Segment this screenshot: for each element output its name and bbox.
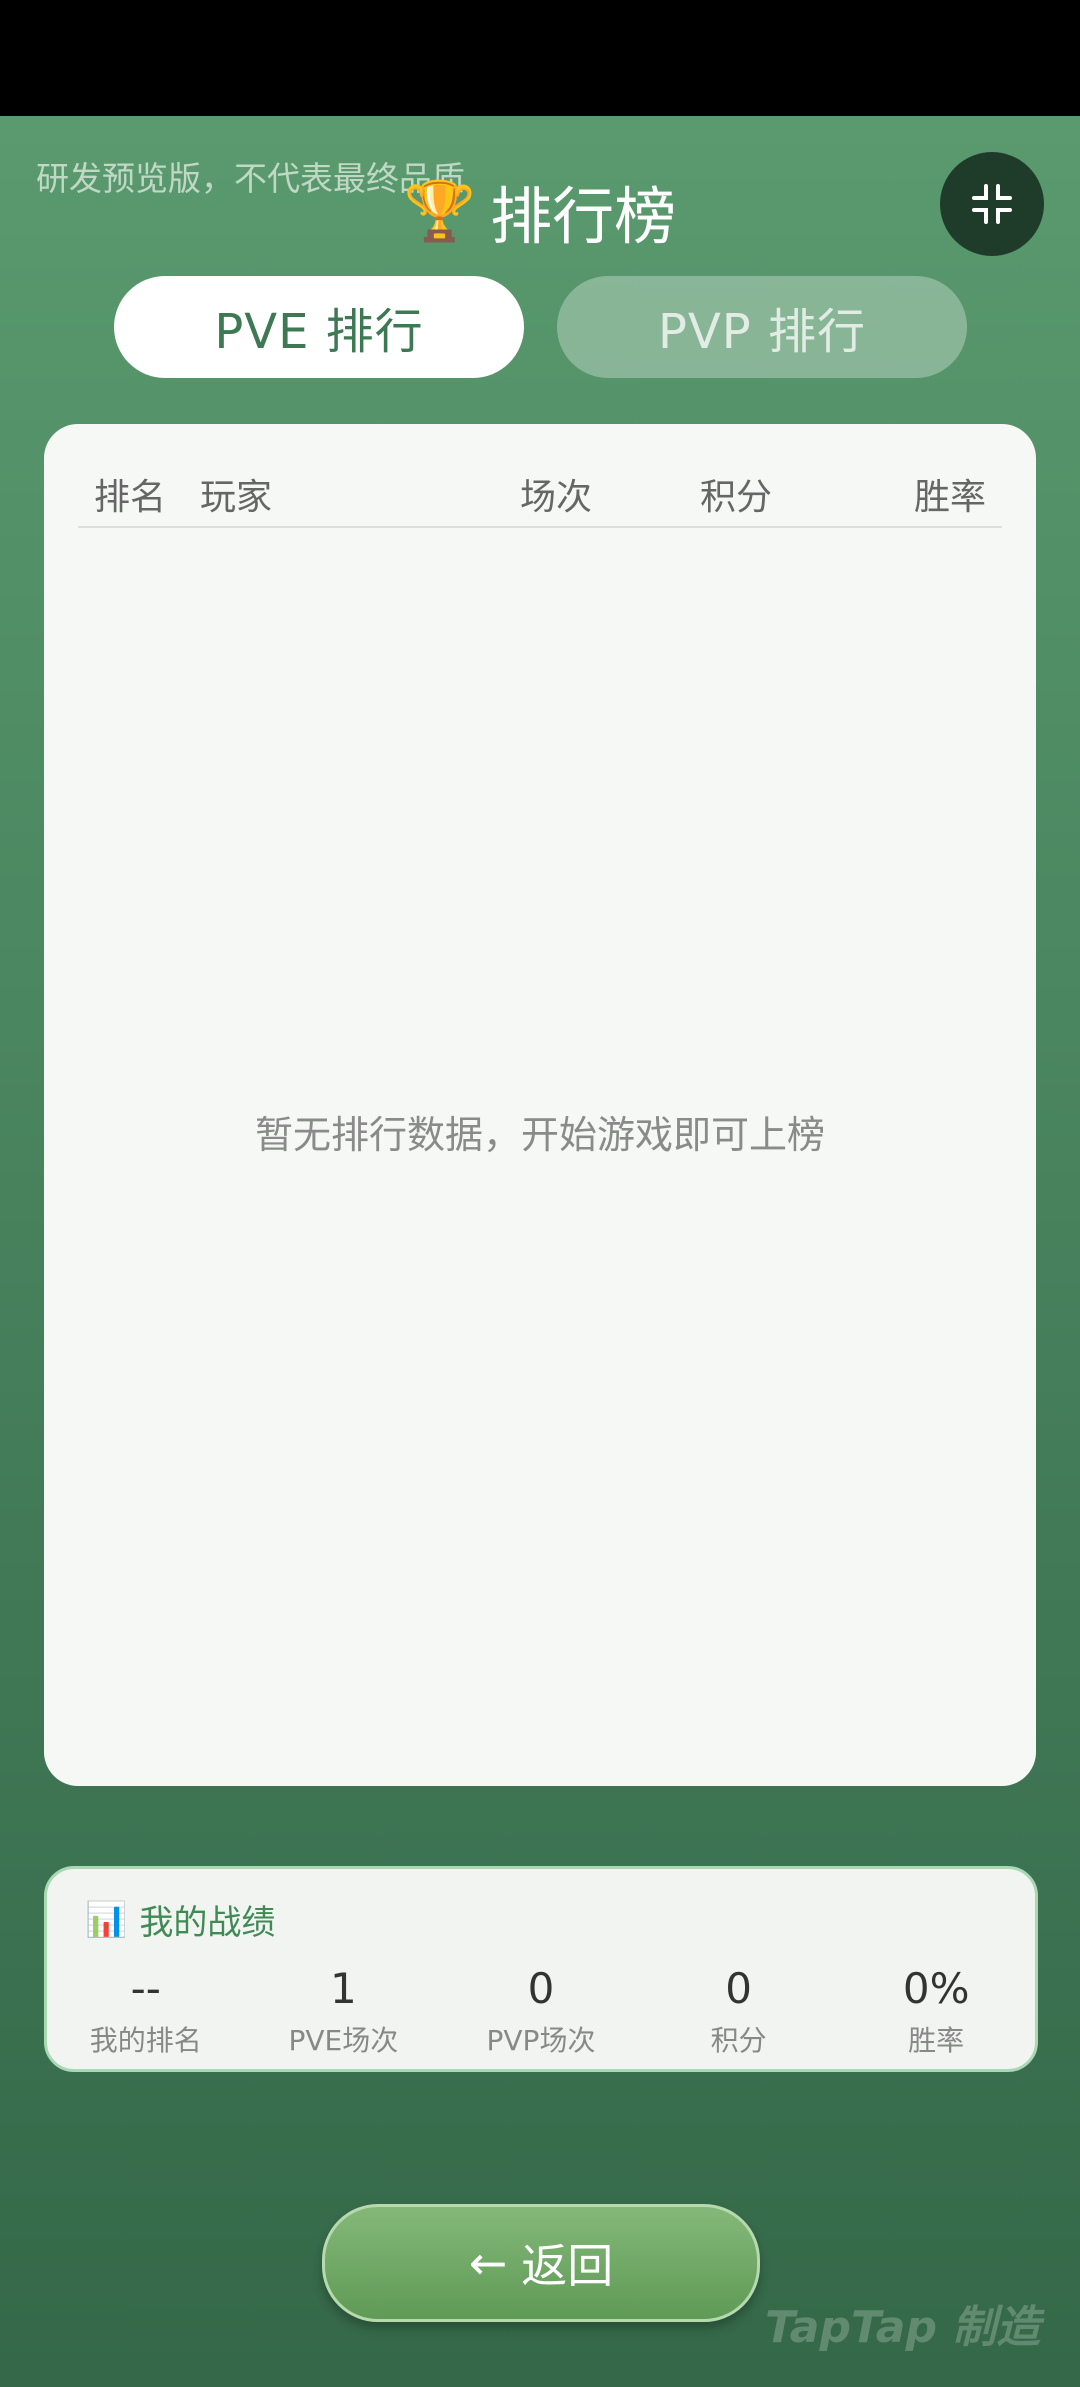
status-bar	[0, 0, 1080, 116]
column-header-rank: 排名	[94, 477, 167, 518]
stat-label: PVP场次	[486, 2024, 596, 2057]
back-arrow-icon: ←	[468, 2236, 508, 2290]
stat-value: 0	[725, 1964, 752, 2013]
back-button-label: 返回	[521, 2239, 614, 2293]
column-header-winrate: 胜率	[913, 477, 986, 518]
stat-value: 1	[330, 1964, 357, 2013]
tab-pve-ranking[interactable]: PVE 排行	[114, 276, 524, 378]
page-title: 🏆 排行榜	[0, 166, 1080, 256]
my-stats-title-text: 我的战绩	[139, 1903, 276, 1943]
my-stats-title: 📊 我的战绩	[85, 1895, 275, 1944]
trophy-icon: 🏆	[403, 176, 477, 245]
bar-chart-icon: 📊	[85, 1899, 128, 1940]
stat-my-rank: -- 我的排名	[47, 1965, 245, 2059]
stat-winrate: 0% 胜率	[837, 1965, 1035, 2059]
stat-label: PVE场次	[288, 2024, 399, 2057]
stat-value: 0	[527, 1964, 555, 2013]
my-stats-card: 📊 我的战绩 -- 我的排名 1 PVE场次 0 PVP场次 0 积分 0% 胜	[44, 1866, 1038, 2072]
leaderboard-screen: 研发预览版，不代表最终品质 🏆 排行榜 PVE 排行 PVP 排行 排名 玩家 …	[0, 116, 1080, 2387]
collapse-icon	[972, 184, 1012, 224]
leaderboard-table: 排名 玩家 场次 积分 胜率 暂无排行数据，开始游戏即可上榜	[44, 424, 1036, 1786]
column-header-score: 积分	[700, 477, 773, 518]
back-button[interactable]: ← 返回	[322, 2204, 760, 2322]
stat-label: 积分	[710, 2024, 767, 2057]
stat-pve-games: 1 PVE场次	[245, 1965, 443, 2059]
stat-pvp-games: 0 PVP场次	[442, 1965, 640, 2059]
tab-pvp-ranking[interactable]: PVP 排行	[557, 276, 967, 378]
collapse-button[interactable]	[940, 152, 1044, 256]
taptap-brand-watermark: TapTap 制造	[765, 2302, 1041, 2353]
table-header: 排名 玩家 场次 积分 胜率	[78, 460, 1002, 528]
stat-label: 我的排名	[89, 2024, 202, 2057]
stat-score: 0 积分	[640, 1965, 838, 2059]
column-header-player: 玩家	[200, 477, 273, 518]
stat-value: --	[130, 1964, 161, 2013]
my-stats-row: -- 我的排名 1 PVE场次 0 PVP场次 0 积分 0% 胜率	[47, 1965, 1035, 2059]
column-header-games: 场次	[520, 477, 593, 518]
page-title-text: 排行榜	[490, 180, 677, 253]
stat-label: 胜率	[908, 2024, 965, 2057]
empty-state-message: 暂无排行数据，开始游戏即可上榜	[254, 1113, 825, 1157]
stat-value: 0%	[902, 1964, 970, 2013]
